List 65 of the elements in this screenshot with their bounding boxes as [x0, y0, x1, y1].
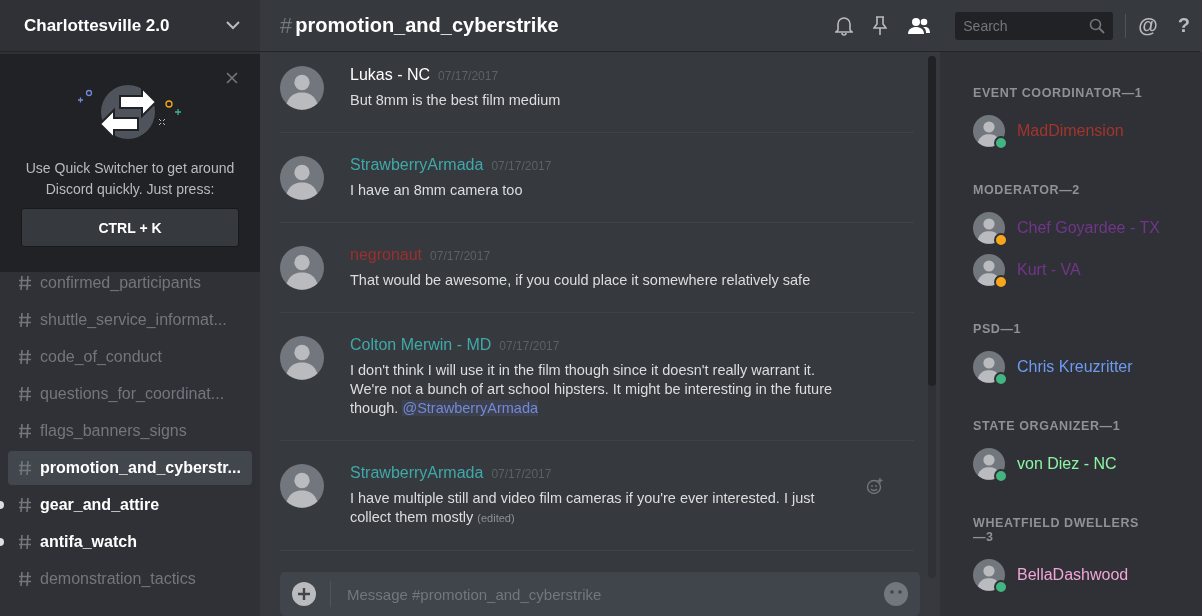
role-heading: EVENT COORDINATOR—1: [973, 86, 1144, 100]
avatar-icon: [973, 254, 1005, 286]
member-item[interactable]: Chris Kreuzritter: [973, 346, 1202, 388]
message-author[interactable]: Colton Merwin - MD: [350, 336, 492, 354]
upload-icon[interactable]: [292, 582, 316, 606]
members-icon[interactable]: [907, 16, 932, 35]
hash-icon: [18, 460, 32, 476]
search-field[interactable]: Search: [955, 11, 1114, 40]
message-author[interactable]: StrawberryArmada: [350, 464, 484, 482]
hash-icon: [18, 312, 32, 328]
message-text: But 8mm is the best film medium: [350, 91, 562, 110]
role-heading: WHEATFIELD DWELLERS—3: [973, 516, 1140, 544]
bell-icon[interactable]: [835, 15, 854, 36]
avatar-icon[interactable]: [280, 66, 324, 110]
mentions-button[interactable]: @: [1138, 14, 1158, 37]
avatar-icon: [973, 559, 1005, 591]
close-icon[interactable]: [226, 72, 238, 84]
message-author[interactable]: Lukas - NC: [350, 66, 431, 84]
chevron-icon: [226, 21, 240, 30]
channel-item[interactable]: gear_and_attire: [8, 488, 252, 522]
quick-switcher-hint: Use Quick Switcher to get around Discord quickly. Just press:: [24, 159, 236, 199]
help-button[interactable]: ?: [1177, 14, 1190, 37]
avatar-icon: [973, 115, 1005, 147]
avatar-icon[interactable]: [280, 464, 324, 508]
channel-item[interactable]: shuttle_service_informat...: [8, 303, 252, 337]
hash-icon: [18, 349, 32, 365]
message-text: I don't think I will use it in the film though since it doesn't really warrant it. We're not a bunch of art school hipsters. It might be interesting in the future though. @StrawberryArmada: [350, 361, 834, 418]
channel-item[interactable]: promotion_and_cyberstr...: [8, 451, 252, 485]
channel-item[interactable]: demonstration_tactics: [8, 562, 252, 596]
role-heading: MODERATOR—2: [973, 183, 1081, 197]
hash-icon: [18, 497, 32, 513]
channel-item[interactable]: code_of_conduct: [8, 340, 252, 374]
message-text: That would be awesome, if you could place it somewhere relatively safe: [350, 271, 812, 290]
hash-icon: [18, 275, 32, 291]
message-text: I have multiple still and video film cameras if you're ever interested. I just collect them mostly (edited): [350, 489, 816, 527]
message-author[interactable]: StrawberryArmada: [350, 156, 484, 174]
hash-icon: [18, 571, 32, 587]
channel-title: promotion_and_cyberstrike: [295, 14, 559, 37]
channel-item[interactable]: flags_banners_signs: [8, 414, 252, 448]
server-name: Charlottesville 2.0: [24, 15, 170, 36]
user-mention[interactable]: @StrawberryArmada: [402, 400, 538, 416]
avatar-icon: [973, 351, 1005, 383]
hash-icon: [18, 534, 32, 550]
add-reaction-icon[interactable]: [866, 477, 884, 495]
channel-item[interactable]: antifa_watch: [8, 525, 252, 559]
scrollbar[interactable]: [928, 56, 936, 578]
shortcut-button[interactable]: CTRL + K: [21, 208, 239, 247]
hash-icon: [18, 386, 32, 402]
avatar-icon[interactable]: [280, 246, 324, 290]
channel-item[interactable]: confirmed_participants: [8, 266, 252, 300]
message-text: I have an 8mm camera too: [350, 181, 524, 200]
member-item[interactable]: von Diez - NC: [973, 443, 1202, 485]
pin-icon[interactable]: [873, 15, 888, 36]
channel-item[interactable]: questions_for_coordinat...: [8, 377, 252, 411]
avatar-icon[interactable]: [280, 156, 324, 200]
channel-hash: #: [280, 12, 293, 39]
search-icon: [1089, 17, 1106, 34]
avatar-icon: [973, 212, 1005, 244]
edited-label: (edited): [477, 512, 515, 524]
member-item[interactable]: BellaDashwood: [973, 554, 1202, 596]
role-heading: STATE ORGANIZER—1: [973, 419, 1122, 433]
avatar-icon: [973, 448, 1005, 480]
role-heading: PSD—1: [973, 322, 1023, 336]
hash-icon: [18, 423, 32, 439]
avatar-icon[interactable]: [280, 336, 324, 380]
